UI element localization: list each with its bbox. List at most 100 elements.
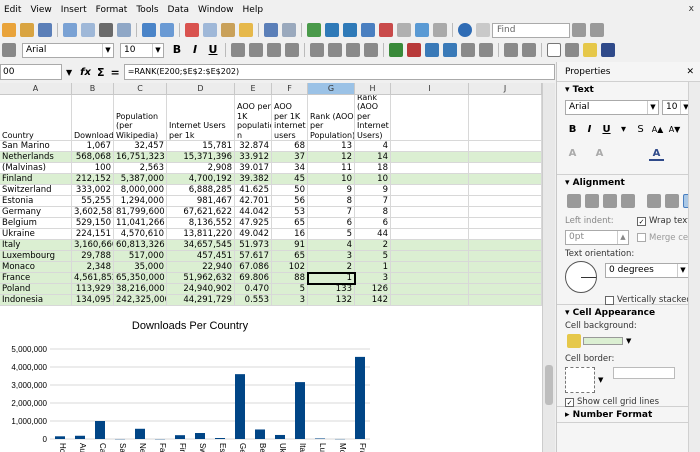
cell-population[interactable]: 38,216,000: [114, 284, 167, 295]
left-indent-input[interactable]: 0pt ▲: [565, 230, 629, 245]
cell-rank_net[interactable]: 14: [355, 152, 391, 163]
sidebar-align-right-icon[interactable]: [603, 194, 617, 208]
header-cell[interactable]: Rank (AOO per Population): [308, 95, 355, 141]
cell-rank_pop[interactable]: 13: [308, 141, 355, 152]
show-grid-lines-checkbox[interactable]: ✓: [565, 397, 574, 407]
empty-cell[interactable]: [391, 240, 469, 251]
empty-cell[interactable]: [469, 262, 542, 273]
cell-downloads[interactable]: 2,348: [72, 262, 114, 273]
menu-edit[interactable]: Edit: [4, 5, 21, 15]
cell-downloads[interactable]: 212,152: [72, 174, 114, 185]
cell-population[interactable]: 4,570,610: [114, 229, 167, 240]
cell-population[interactable]: 35,000: [114, 262, 167, 273]
cell-aoo_net[interactable]: 65: [272, 251, 308, 262]
cell-aoo_net[interactable]: 3: [272, 295, 308, 306]
empty-cell[interactable]: [469, 95, 542, 141]
cell-aoo_pop[interactable]: 42.701: [235, 196, 272, 207]
autospellcheck-icon[interactable]: [160, 23, 174, 37]
cell-population[interactable]: 2,563: [114, 163, 167, 174]
cell-internet[interactable]: 22,940: [167, 262, 235, 273]
empty-cell[interactable]: [391, 207, 469, 218]
chevron-down-icon[interactable]: ▼: [152, 43, 163, 57]
cell-internet[interactable]: 6,888,285: [167, 185, 235, 196]
delete-decimal-icon[interactable]: [479, 43, 493, 57]
cell-aoo_net[interactable]: 102: [272, 262, 308, 273]
orientation-degrees-combo[interactable]: 0 degrees ▼: [605, 263, 689, 278]
cell-internet[interactable]: 24,940,902: [167, 284, 235, 295]
open-folder-icon[interactable]: [20, 23, 34, 37]
cell-rank_net[interactable]: 1: [355, 262, 391, 273]
empty-cell[interactable]: [391, 295, 469, 306]
zoom-icon[interactable]: [433, 23, 447, 37]
font-color-icon[interactable]: [601, 43, 615, 57]
currency-format-icon[interactable]: [389, 43, 403, 57]
cut-icon[interactable]: [185, 23, 199, 37]
cell-rank_pop[interactable]: 132: [308, 295, 355, 306]
empty-cell[interactable]: [469, 295, 542, 306]
cell-population[interactable]: 81,799,600: [114, 207, 167, 218]
cell-population[interactable]: 242,325,000: [114, 295, 167, 306]
vertically-stacked-checkbox[interactable]: [605, 295, 614, 305]
cell-downloads[interactable]: 224,151: [72, 229, 114, 240]
cell-downloads[interactable]: 4,561,852: [72, 273, 114, 284]
cell-internet[interactable]: 15,781: [167, 141, 235, 152]
cell-rank_net[interactable]: 4: [355, 141, 391, 152]
new-document-icon[interactable]: [2, 23, 16, 37]
sidebar-underline-button[interactable]: U: [599, 123, 614, 137]
chevron-down-icon[interactable]: ▼: [626, 337, 631, 345]
cell-aoo_net[interactable]: 65: [272, 218, 308, 229]
navigator-icon[interactable]: [415, 23, 429, 37]
sidebar-bold-button[interactable]: B: [565, 123, 580, 137]
empty-cell[interactable]: [391, 251, 469, 262]
clone-formatting-icon[interactable]: [239, 23, 253, 37]
column-header-g[interactable]: G: [308, 83, 355, 95]
cell-rank_net[interactable]: 44: [355, 229, 391, 240]
sidebar-align-center-icon[interactable]: [585, 194, 599, 208]
export-pdf-icon[interactable]: [81, 23, 95, 37]
cell-country[interactable]: Indonesia: [0, 295, 72, 306]
header-cell[interactable]: AOO per 1K internet users: [272, 95, 308, 141]
cell-rank_pop[interactable]: 1: [308, 273, 355, 284]
column-header-f[interactable]: F: [272, 83, 308, 95]
justify-icon[interactable]: [285, 43, 299, 57]
spreadsheet-grid[interactable]: ABCDEFGHIJ Country Downloads Population (p…: [0, 83, 542, 452]
cell-population[interactable]: 517,000: [114, 251, 167, 262]
cell-rank_pop[interactable]: 5: [308, 229, 355, 240]
header-cell[interactable]: Country: [0, 95, 72, 141]
undo-icon[interactable]: [264, 23, 278, 37]
text-section-header[interactable]: ▾ Text: [557, 82, 700, 98]
empty-cell[interactable]: [469, 163, 542, 174]
cell-country[interactable]: Finland: [0, 174, 72, 185]
decrease-indent-icon[interactable]: [522, 43, 536, 57]
whats-this-icon[interactable]: [476, 23, 490, 37]
menu-format[interactable]: Format: [96, 5, 128, 15]
cell-rank_pop[interactable]: 7: [308, 207, 355, 218]
number-format-icon[interactable]: [425, 43, 439, 57]
cell-country[interactable]: (Malvinas): [0, 163, 72, 174]
cell-rank_pop[interactable]: 8: [308, 196, 355, 207]
save-icon[interactable]: [38, 23, 52, 37]
empty-cell[interactable]: [391, 174, 469, 185]
decrease-font-icon[interactable]: A▼: [667, 123, 682, 137]
sort-ascending-icon[interactable]: [325, 23, 339, 37]
cell-aoo_pop[interactable]: 39.017: [235, 163, 272, 174]
downloads-bar-chart[interactable]: Downloads Per Country 0 1,000,000 2,000,00…: [0, 315, 380, 452]
print-preview-icon[interactable]: [117, 23, 131, 37]
sum-icon[interactable]: Σ: [97, 66, 105, 79]
header-cell[interactable]: AOO per 1K populatio n: [235, 95, 272, 141]
cell-country[interactable]: Ukraine: [0, 229, 72, 240]
cell-rank_pop[interactable]: 6: [308, 218, 355, 229]
cell-rank_pop[interactable]: 9: [308, 185, 355, 196]
cell-population[interactable]: 60,813,326: [114, 240, 167, 251]
formula-input[interactable]: =RANK(E200;$E$2:$E$202): [123, 64, 555, 80]
cell-aoo_net[interactable]: 5: [272, 284, 308, 295]
cell-country[interactable]: Luxembourg: [0, 251, 72, 262]
shadow-icon[interactable]: S: [633, 123, 648, 137]
cell-rank_net[interactable]: 126: [355, 284, 391, 295]
highlight-icon[interactable]: A: [592, 147, 607, 161]
cell-population[interactable]: 65,350,000: [114, 273, 167, 284]
wrap-text-checkbox[interactable]: ✓: [637, 216, 646, 226]
italic-button[interactable]: I: [188, 43, 202, 57]
find-next-icon[interactable]: [590, 23, 604, 37]
cell-downloads[interactable]: 3,160,660: [72, 240, 114, 251]
